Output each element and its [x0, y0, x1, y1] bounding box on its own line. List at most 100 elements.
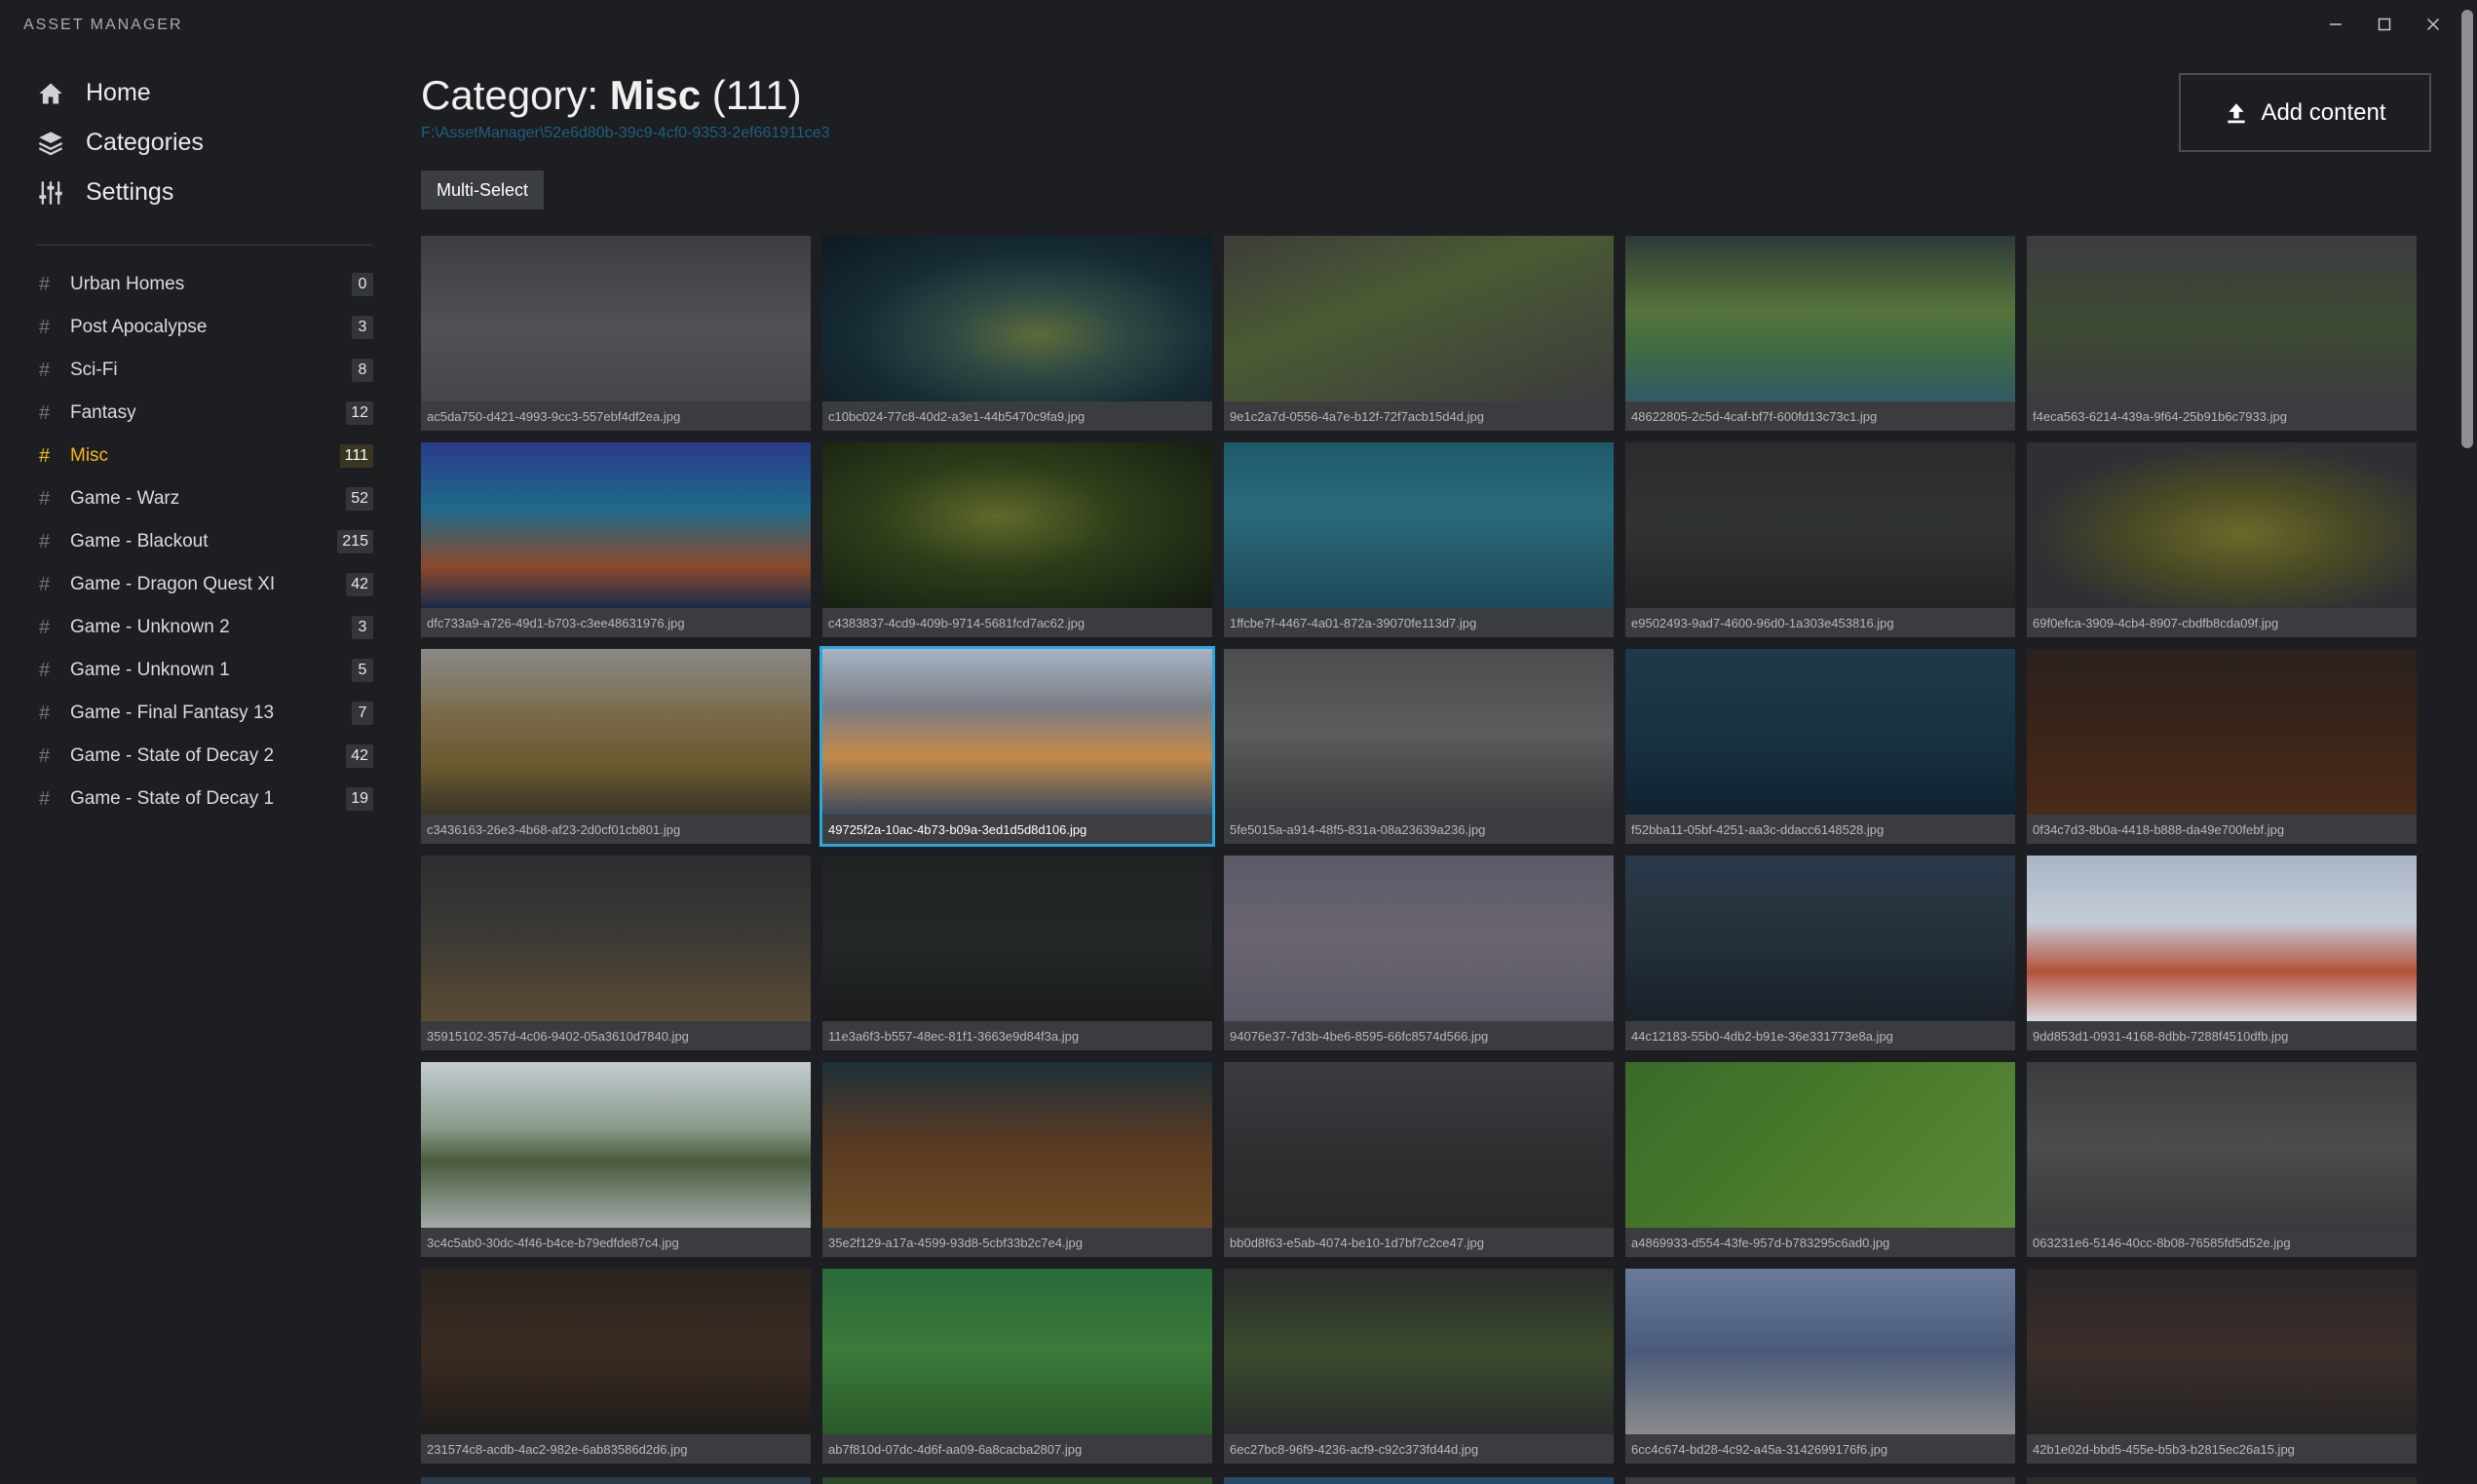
asset-filename: 94076e37-7d3b-4be6-8595-66fc8574d566.jpg — [1224, 1021, 1614, 1050]
asset-tile[interactable]: 1ffcbe7f-4467-4a01-872a-39070fe113d7.jpg — [1224, 442, 1614, 637]
category-item[interactable]: # Fantasy 12 — [37, 392, 373, 435]
asset-tile[interactable]: c4383837-4cd9-409b-9714-5681fcd7ac62.jpg — [822, 442, 1212, 637]
category-item[interactable]: # Game - Blackout 215 — [37, 520, 373, 563]
asset-tile[interactable]: 11e3a6f3-b557-48ec-81f1-3663e9d84f3a.jpg — [822, 856, 1212, 1050]
asset-tile[interactable]: f52bba11-05bf-4251-aa3c-ddacc6148528.jpg — [1625, 649, 2015, 844]
asset-filename: 49725f2a-10ac-4b73-b09a-3ed1d5d8d106.jpg — [822, 815, 1212, 844]
vertical-scrollbar[interactable] — [2458, 0, 2477, 1484]
category-item[interactable]: # Sci-Fi 8 — [37, 349, 373, 392]
asset-thumbnail — [421, 1269, 811, 1434]
asset-filename: c3436163-26e3-4b68-af23-2d0cf01cb801.jpg — [421, 815, 811, 844]
hash-icon: # — [39, 316, 51, 338]
nav-categories[interactable]: Categories — [37, 118, 373, 168]
category-item[interactable]: # Misc 111 — [37, 435, 373, 477]
asset-filename: bb0d8f63-e5ab-4074-be10-1d7bf7c2ce47.jpg — [1224, 1228, 1614, 1257]
asset-tile[interactable]: a4869933-d554-43fe-957d-b783295c6ad0.jpg — [1625, 1062, 2015, 1257]
asset-tile[interactable]: bb0d8f63-e5ab-4074-be10-1d7bf7c2ce47.jpg — [1224, 1062, 1614, 1257]
asset-tile[interactable]: f4eca563-6214-439a-9f64-25b91b6c7933.jpg — [2027, 236, 2417, 431]
asset-tile[interactable]: c3436163-26e3-4b68-af23-2d0cf01cb801.jpg — [421, 649, 811, 844]
multi-select-button[interactable]: Multi-Select — [421, 171, 545, 209]
app-title: ASSET MANAGER — [23, 17, 183, 33]
asset-tile[interactable]: 42b1e02d-bbd5-455e-b5b3-b2815ec26a15.jpg — [2027, 1269, 2417, 1464]
asset-tile[interactable]: e9502493-9ad7-4600-96d0-1a303e453816.jpg — [1625, 442, 2015, 637]
asset-tile[interactable]: 69f0efca-3909-4cb4-8907-cbdfb8cda09f.jpg — [2027, 442, 2417, 637]
asset-filename: 35e2f129-a17a-4599-93d8-5cbf33b2c7e4.jpg — [822, 1228, 1212, 1257]
asset-tile[interactable]: ac5da750-d421-4993-9cc3-557ebf4df2ea.jpg — [421, 236, 811, 431]
hash-icon: # — [39, 273, 51, 295]
asset-tile[interactable]: 6ec27bc8-96f9-4236-acf9-c92c373fd44d.jpg — [1224, 1269, 1614, 1464]
asset-tile[interactable]: 063231e6-5146-40cc-8b08-76585fd5d52e.jpg — [2027, 1062, 2417, 1257]
asset-thumbnail — [421, 1062, 811, 1228]
asset-tile[interactable]: 3c4c5ab0-30dc-4f46-b4ce-b79edfde87c4.jpg — [421, 1062, 811, 1257]
minimize-button[interactable] — [2313, 8, 2358, 41]
close-button[interactable] — [2411, 8, 2456, 41]
category-count-badge: 42 — [346, 744, 373, 768]
category-item[interactable]: # Urban Homes 0 — [37, 263, 373, 306]
asset-filename: 42b1e02d-bbd5-455e-b5b3-b2815ec26a15.jpg — [2027, 1434, 2417, 1464]
add-content-button[interactable]: Add content — [2179, 73, 2431, 152]
category-label: Game - Warz — [70, 488, 180, 509]
category-item[interactable]: # Game - Unknown 2 3 — [37, 606, 373, 649]
scrollbar-thumb[interactable] — [2461, 10, 2473, 448]
asset-tile[interactable]: ab7f810d-07dc-4d6f-aa09-6a8cacba2807.jpg — [822, 1269, 1212, 1464]
asset-tile[interactable]: 35e2f129-a17a-4599-93d8-5cbf33b2c7e4.jpg — [822, 1062, 1212, 1257]
category-item[interactable]: # Game - Unknown 1 5 — [37, 649, 373, 692]
category-item[interactable]: # Game - Dragon Quest XI 42 — [37, 563, 373, 606]
category-label: Game - Unknown 2 — [70, 617, 230, 637]
main-content: Category: Misc (111) F:\AssetManager\52e… — [421, 68, 2428, 209]
asset-tile[interactable]: 49725f2a-10ac-4b73-b09a-3ed1d5d8d106.jpg — [819, 646, 1215, 847]
asset-tile[interactable]: 5fe5015a-a914-48f5-831a-08a23639a236.jpg — [1224, 649, 1614, 844]
asset-thumbnail — [421, 442, 811, 608]
asset-thumbnail — [421, 856, 811, 1021]
home-icon — [39, 83, 62, 103]
asset-filename: f52bba11-05bf-4251-aa3c-ddacc6148528.jpg — [1625, 815, 2015, 844]
hash-icon: # — [39, 787, 51, 810]
category-count-badge: 3 — [352, 616, 373, 639]
category-item[interactable]: # Game - Final Fantasy 13 7 — [37, 692, 373, 735]
asset-tile[interactable]: 94076e37-7d3b-4be6-8595-66fc8574d566.jpg — [1224, 856, 1614, 1050]
asset-manager-window: ASSET MANAGER Home Categories Settings #… — [0, 0, 2477, 1484]
asset-filename: 063231e6-5146-40cc-8b08-76585fd5d52e.jpg — [2027, 1228, 2417, 1257]
maximize-icon — [2378, 18, 2391, 31]
asset-tile[interactable]: c10bc024-77c8-40d2-a3e1-44b5470c9fa9.jpg — [822, 236, 1212, 431]
asset-filename: 5fe5015a-a914-48f5-831a-08a23639a236.jpg — [1224, 815, 1614, 844]
asset-filename: 35915102-357d-4c06-9402-05a3610d7840.jpg — [421, 1021, 811, 1050]
asset-thumbnail — [822, 856, 1212, 1021]
category-item[interactable]: # Post Apocalypse 3 — [37, 306, 373, 349]
asset-thumbnail — [421, 236, 811, 401]
nav-categories-label: Categories — [86, 129, 204, 156]
category-label: Post Apocalypse — [70, 317, 208, 337]
category-count-badge: 42 — [346, 573, 373, 596]
category-label: Fantasy — [70, 402, 136, 423]
category-count-badge: 215 — [337, 530, 373, 553]
asset-tile[interactable]: 9e1c2a7d-0556-4a7e-b12f-72f7acb15d4d.jpg — [1224, 236, 1614, 431]
category-item[interactable]: # Game - State of Decay 2 42 — [37, 735, 373, 778]
hash-icon: # — [39, 359, 51, 381]
asset-tile[interactable]: 44c12183-55b0-4db2-b91e-36e331773e8a.jpg — [1625, 856, 2015, 1050]
hash-icon: # — [39, 744, 51, 767]
category-label: Urban Homes — [70, 274, 185, 294]
hash-icon: # — [39, 530, 51, 552]
asset-thumbnail — [1625, 236, 2015, 401]
nav-home[interactable]: Home — [37, 68, 373, 118]
category-label: Misc — [70, 445, 109, 466]
asset-thumbnail — [822, 442, 1212, 608]
asset-tile[interactable]: 9dd853d1-0931-4168-8dbb-7288f4510dfb.jpg — [2027, 856, 2417, 1050]
asset-tile[interactable]: 0f34c7d3-8b0a-4418-b888-da49e700febf.jpg — [2027, 649, 2417, 844]
category-item[interactable]: # Game - Warz 52 — [37, 477, 373, 520]
category-path[interactable]: F:\AssetManager\52e6d80b-39c9-4cf0-9353-… — [421, 125, 2428, 144]
maximize-button[interactable] — [2362, 8, 2407, 41]
asset-filename: ac5da750-d421-4993-9cc3-557ebf4df2ea.jpg — [421, 401, 811, 431]
asset-tile[interactable]: 231574c8-acdb-4ac2-982e-6ab83586d2d6.jpg — [421, 1269, 811, 1464]
asset-tile[interactable]: dfc733a9-a726-49d1-b703-c3ee48631976.jpg — [421, 442, 811, 637]
asset-filename: a4869933-d554-43fe-957d-b783295c6ad0.jpg — [1625, 1228, 2015, 1257]
asset-thumbnail — [2027, 442, 2417, 608]
asset-tile[interactable]: 48622805-2c5d-4caf-bf7f-600fd13c73c1.jpg — [1625, 236, 2015, 431]
asset-filename: 231574c8-acdb-4ac2-982e-6ab83586d2d6.jpg — [421, 1434, 811, 1464]
asset-filename: ab7f810d-07dc-4d6f-aa09-6a8cacba2807.jpg — [822, 1434, 1212, 1464]
hash-icon: # — [39, 659, 51, 681]
asset-tile[interactable]: 6cc4c674-bd28-4c92-a45a-3142699176f6.jpg — [1625, 1269, 2015, 1464]
category-item[interactable]: # Game - State of Decay 1 19 — [37, 778, 373, 820]
nav-settings[interactable]: Settings — [37, 168, 373, 217]
asset-tile[interactable]: 35915102-357d-4c06-9402-05a3610d7840.jpg — [421, 856, 811, 1050]
